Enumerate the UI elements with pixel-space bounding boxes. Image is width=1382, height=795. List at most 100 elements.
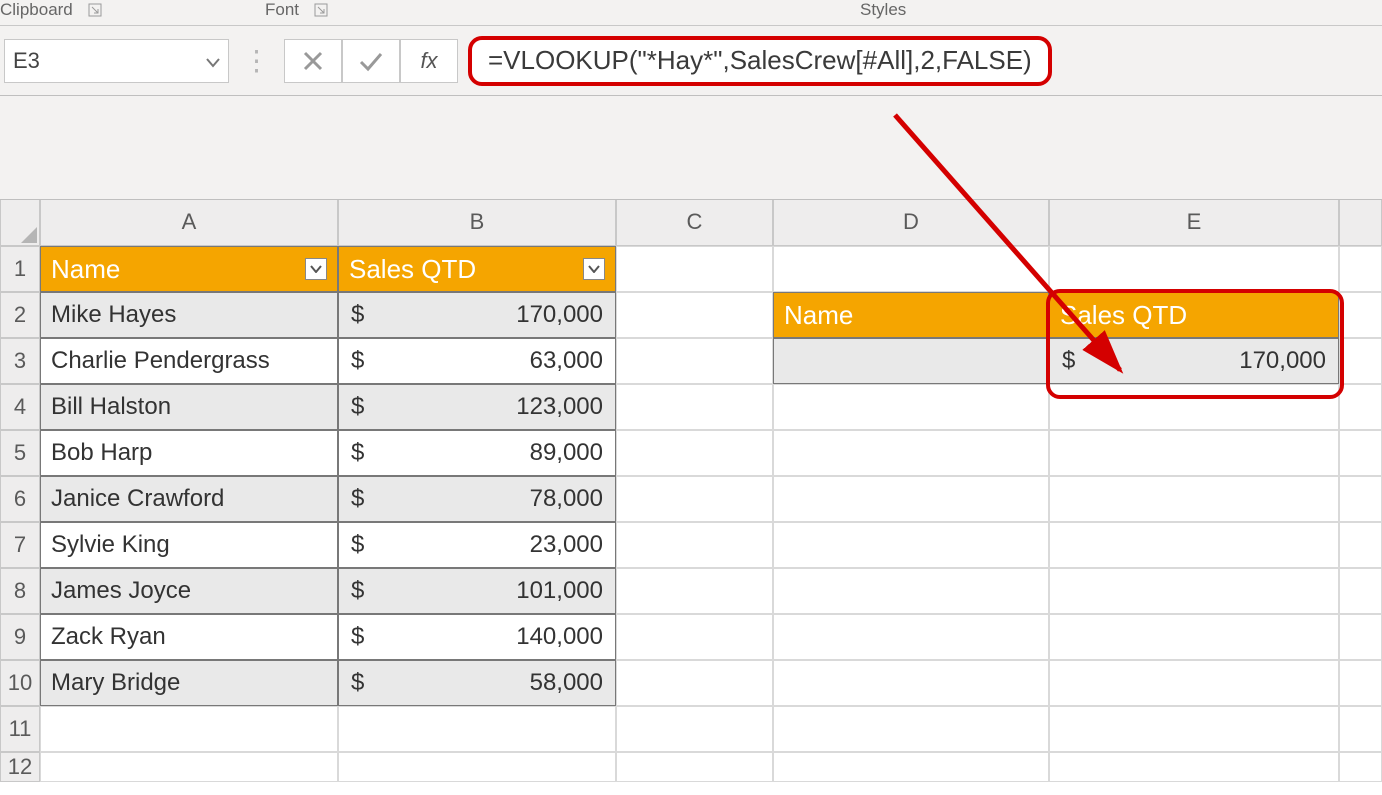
cell[interactable]: [1339, 246, 1382, 292]
table-row[interactable]: Zack Ryan: [40, 614, 338, 660]
table-row[interactable]: Mike Hayes: [40, 292, 338, 338]
row-header[interactable]: 7: [0, 522, 40, 568]
cell[interactable]: [616, 338, 773, 384]
dialog-launcher-icon[interactable]: [88, 0, 102, 20]
cell[interactable]: [1049, 568, 1339, 614]
cell[interactable]: [1339, 338, 1382, 384]
table-row[interactable]: $101,000: [338, 568, 616, 614]
table-row[interactable]: $140,000: [338, 614, 616, 660]
table-row[interactable]: Charlie Pendergrass: [40, 338, 338, 384]
enter-formula-button[interactable]: [342, 39, 400, 83]
row-header[interactable]: 2: [0, 292, 40, 338]
row-header[interactable]: 3: [0, 338, 40, 384]
cell[interactable]: [773, 522, 1049, 568]
table-row[interactable]: Bill Halston: [40, 384, 338, 430]
row-header[interactable]: 11: [0, 706, 40, 752]
cell[interactable]: [1049, 752, 1339, 782]
cell[interactable]: [338, 706, 616, 752]
filter-dropdown-icon[interactable]: [305, 258, 327, 280]
chevron-down-icon[interactable]: [206, 48, 220, 74]
column-header-B[interactable]: B: [338, 200, 616, 246]
worksheet-grid[interactable]: A B C D E 1 Name Sales QTD 2 Mike Hayes …: [0, 200, 1382, 782]
cell[interactable]: [773, 752, 1049, 782]
row-header[interactable]: 5: [0, 430, 40, 476]
cell[interactable]: [616, 614, 773, 660]
table-header-sales[interactable]: Sales QTD: [338, 246, 616, 292]
insert-function-button[interactable]: fx: [400, 39, 458, 83]
table-row[interactable]: $63,000: [338, 338, 616, 384]
cell[interactable]: [40, 706, 338, 752]
column-header-A[interactable]: A: [40, 200, 338, 246]
cell[interactable]: [1049, 476, 1339, 522]
row-header[interactable]: 1: [0, 246, 40, 292]
lookup-header-sales[interactable]: Sales QTD: [1049, 292, 1339, 338]
table-row[interactable]: Janice Crawford: [40, 476, 338, 522]
cell[interactable]: [616, 706, 773, 752]
cell[interactable]: [616, 246, 773, 292]
table-row[interactable]: $123,000: [338, 384, 616, 430]
cell[interactable]: [1339, 476, 1382, 522]
table-row[interactable]: Mary Bridge: [40, 660, 338, 706]
cell[interactable]: [1339, 706, 1382, 752]
table-row[interactable]: $58,000: [338, 660, 616, 706]
cell[interactable]: [773, 614, 1049, 660]
table-row[interactable]: Sylvie King: [40, 522, 338, 568]
cell[interactable]: [616, 476, 773, 522]
filter-dropdown-icon[interactable]: [583, 258, 605, 280]
table-row[interactable]: Bob Harp: [40, 430, 338, 476]
row-header[interactable]: 8: [0, 568, 40, 614]
table-row[interactable]: James Joyce: [40, 568, 338, 614]
cell[interactable]: [338, 752, 616, 782]
column-header-E[interactable]: E: [1049, 200, 1339, 246]
table-row[interactable]: $78,000: [338, 476, 616, 522]
row-header[interactable]: 10: [0, 660, 40, 706]
cell[interactable]: [773, 568, 1049, 614]
lookup-result-cell[interactable]: $170,000: [1049, 338, 1339, 384]
cell[interactable]: [773, 706, 1049, 752]
cell[interactable]: [616, 568, 773, 614]
cell[interactable]: [616, 752, 773, 782]
cell[interactable]: [1049, 384, 1339, 430]
cell[interactable]: [1339, 522, 1382, 568]
formula-bar-input[interactable]: =VLOOKUP("*Hay*",SalesCrew[#All],2,FALSE…: [468, 36, 1052, 86]
lookup-name-cell[interactable]: [773, 338, 1049, 384]
cell[interactable]: [773, 660, 1049, 706]
lookup-header-name[interactable]: Name: [773, 292, 1049, 338]
cell[interactable]: [1339, 614, 1382, 660]
cell[interactable]: [616, 292, 773, 338]
cell[interactable]: [616, 384, 773, 430]
cell[interactable]: [1339, 384, 1382, 430]
dialog-launcher-icon[interactable]: [314, 0, 328, 20]
cell[interactable]: [773, 246, 1049, 292]
cell[interactable]: [1049, 430, 1339, 476]
cell[interactable]: [773, 384, 1049, 430]
row-header[interactable]: 9: [0, 614, 40, 660]
cell[interactable]: [1049, 706, 1339, 752]
table-row[interactable]: $170,000: [338, 292, 616, 338]
cell[interactable]: [1339, 292, 1382, 338]
cell[interactable]: [1049, 522, 1339, 568]
cell[interactable]: [616, 430, 773, 476]
table-header-name[interactable]: Name: [40, 246, 338, 292]
column-header-C[interactable]: C: [616, 200, 773, 246]
cell[interactable]: [1339, 752, 1382, 782]
row-header[interactable]: 4: [0, 384, 40, 430]
cancel-formula-button[interactable]: [284, 39, 342, 83]
cell[interactable]: [773, 476, 1049, 522]
column-header-D[interactable]: D: [773, 200, 1049, 246]
table-row[interactable]: $23,000: [338, 522, 616, 568]
cell[interactable]: [616, 660, 773, 706]
cell[interactable]: [616, 522, 773, 568]
cell[interactable]: [1339, 660, 1382, 706]
name-box[interactable]: E3: [4, 39, 229, 83]
cell[interactable]: [1339, 568, 1382, 614]
cell[interactable]: [1049, 660, 1339, 706]
row-header[interactable]: 12: [0, 752, 40, 782]
cell[interactable]: [773, 430, 1049, 476]
cell[interactable]: [1049, 614, 1339, 660]
cell[interactable]: [40, 752, 338, 782]
cell[interactable]: [1049, 246, 1339, 292]
select-all-corner[interactable]: [0, 200, 40, 246]
column-header-extra[interactable]: [1339, 200, 1382, 246]
row-header[interactable]: 6: [0, 476, 40, 522]
